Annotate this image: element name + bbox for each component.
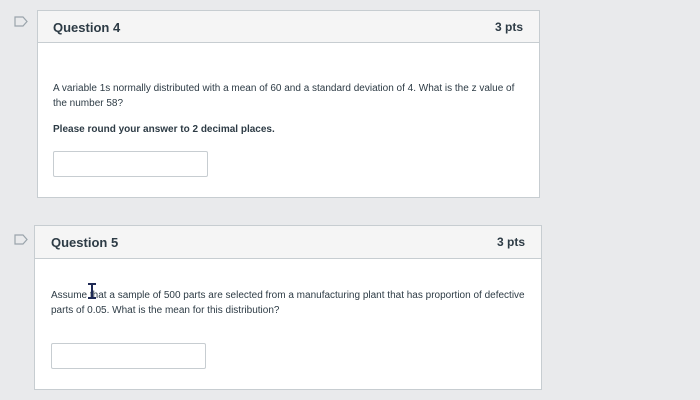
question-points: 3 pts — [496, 235, 525, 249]
question-card-5: Question 5 3 pts Assume that a sample of… — [34, 225, 542, 390]
question-header: Question 4 3 pts — [38, 11, 539, 43]
question-text: A variable 1s normally distributed with … — [53, 83, 515, 109]
question-title: Question 5 — [51, 235, 119, 250]
text-cursor-icon — [87, 283, 97, 299]
question-points: 3 pts — [494, 20, 523, 34]
question-title: Question 4 — [53, 20, 121, 35]
answer-input[interactable] — [51, 343, 206, 369]
question-header: Question 5 3 pts — [35, 226, 541, 259]
answer-input[interactable] — [53, 151, 208, 177]
bookmark-flag-icon[interactable] — [14, 16, 28, 27]
question-text: Assume that a sample of 500 parts are se… — [51, 290, 525, 316]
bookmark-flag-icon[interactable] — [14, 234, 28, 245]
rounding-instruction: Please round your answer to 2 decimal pl… — [53, 124, 275, 135]
question-card-4: Question 4 3 pts A variable 1s normally … — [37, 10, 540, 198]
